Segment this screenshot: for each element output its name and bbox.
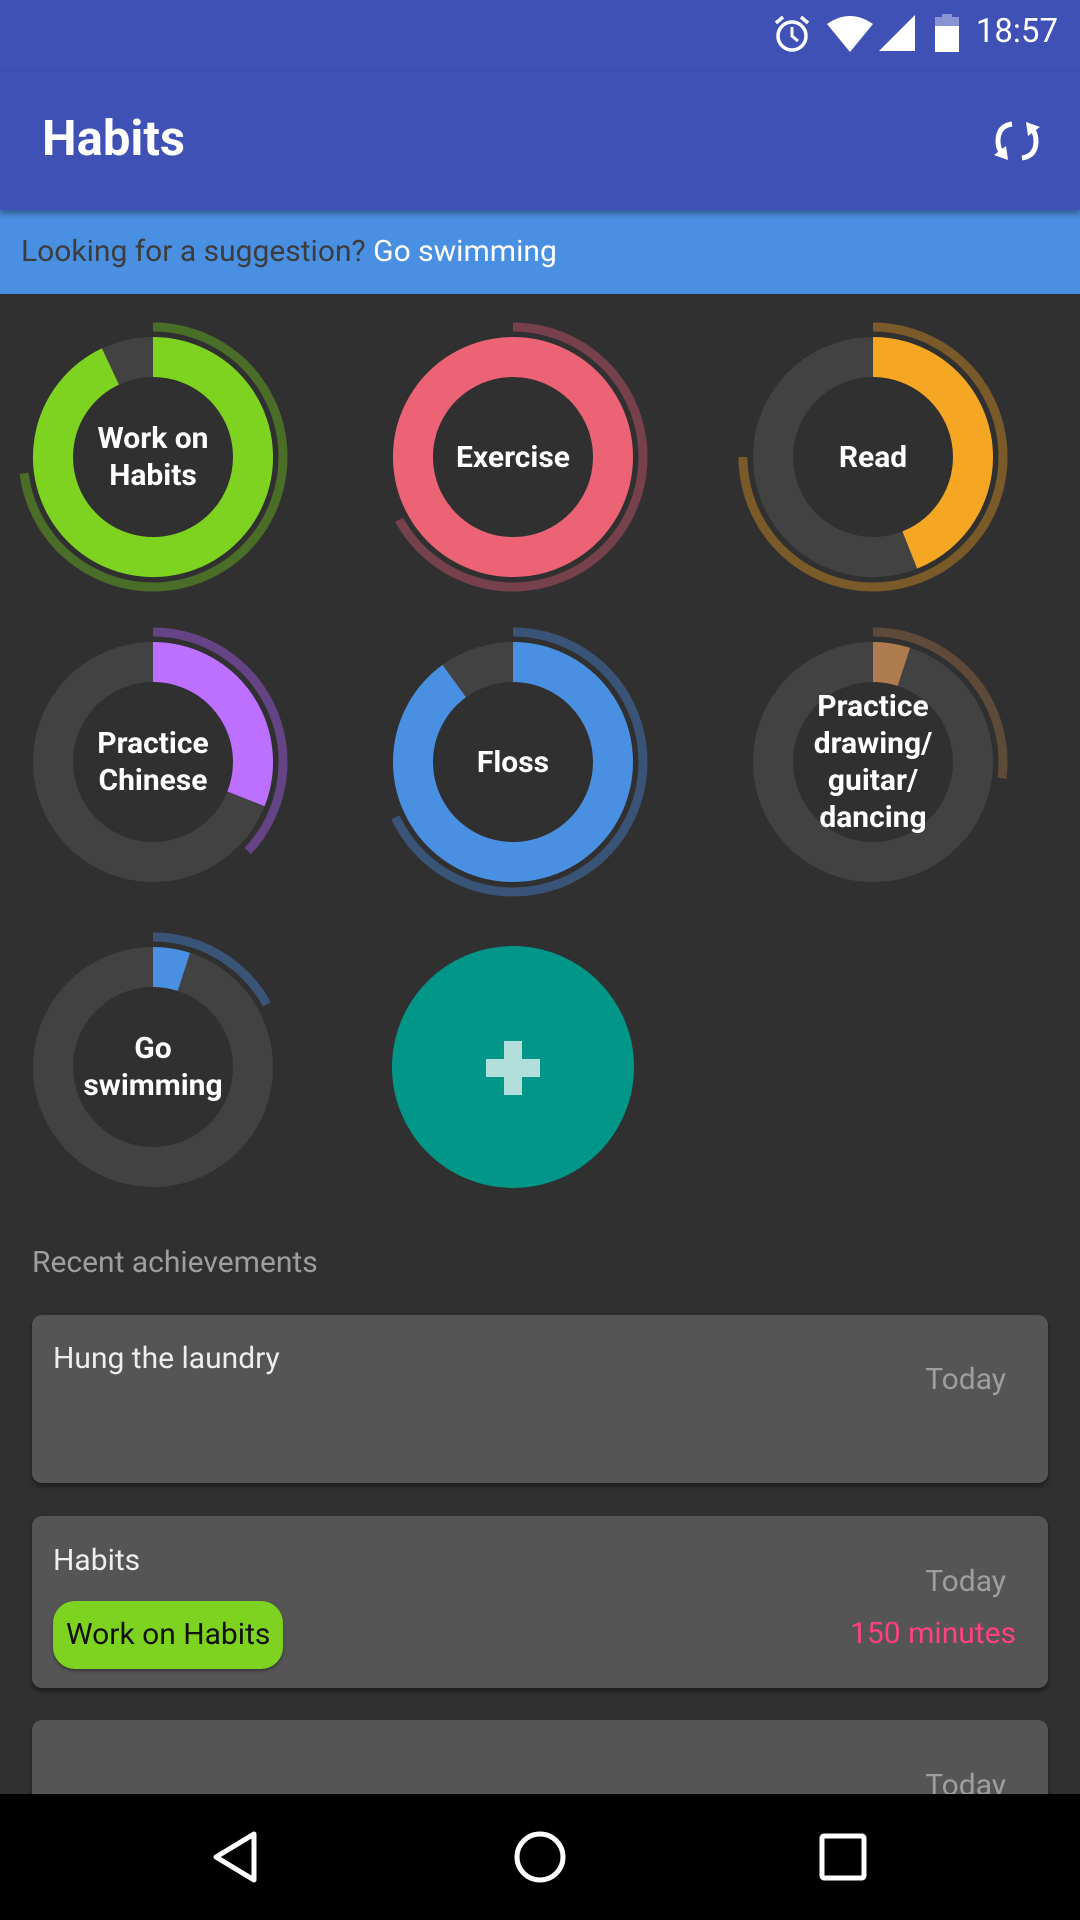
sync-icon [994,121,1040,161]
habit-ring[interactable]: Practice Chinese [13,622,293,902]
habit-label: Read [838,439,908,475]
habit-ring[interactable]: Go swimming [13,927,293,1207]
achievement-title: Hung the laundry [53,1341,280,1376]
suggestion-prompt: Looking for a suggestion? [21,234,366,269]
wifi-icon [827,16,873,52]
system-nav-bar [0,1794,1080,1920]
habit-ring[interactable]: Practice drawing/ guitar/ dancing [733,622,1013,902]
habit-ring[interactable]: Work on Habits [13,317,293,597]
habit-label: Practice drawing/ guitar/ dancing [813,689,933,835]
status-bar: 18:57 [0,0,1080,72]
back-icon [213,1831,257,1883]
habit-label: Go swimming [83,1031,223,1103]
suggestion-banner[interactable]: Looking for a suggestion? Go swimming [0,210,1080,294]
home-button[interactable] [505,1822,575,1892]
achievement-card[interactable]: Habits Today Work on Habits 150 minutes [32,1516,1048,1688]
habit-ring[interactable]: Exercise [373,317,653,597]
page-title: Habits [42,110,186,167]
recents-icon [819,1833,867,1881]
achievement-date: Today [925,1362,1006,1397]
achievement-title: Habits [53,1543,141,1578]
app-bar: Habits [0,72,1080,210]
achievement-card[interactable]: Hung the laundry Today [32,1315,1048,1483]
cell-signal-icon [879,15,915,51]
home-icon [514,1831,566,1883]
achievement-date: Today [925,1564,1006,1599]
habit-label: Exercise [456,439,570,475]
achievement-duration: 150 minutes [850,1616,1016,1651]
habit-chip[interactable]: Work on Habits [53,1601,284,1669]
status-time: 18:57 [975,12,1058,51]
battery-icon [935,14,959,52]
habit-ring[interactable]: Read [733,317,1013,597]
ring-progress-arc [152,947,191,992]
habit-ring[interactable]: Floss [373,622,653,902]
add-habit-button[interactable] [392,946,634,1188]
recent-achievements-heading: Recent achievements [32,1245,318,1280]
ring-progress-arc [872,642,911,687]
alarm-icon [774,15,810,52]
recents-button[interactable] [808,1822,878,1892]
suggestion-habit-link[interactable]: Go swimming [373,234,557,269]
sync-button[interactable] [982,106,1052,176]
back-button[interactable] [202,1822,272,1892]
habit-label: Practice Chinese [97,726,209,798]
habit-label: Floss [476,744,550,780]
habit-label: Work on Habits [97,421,209,493]
